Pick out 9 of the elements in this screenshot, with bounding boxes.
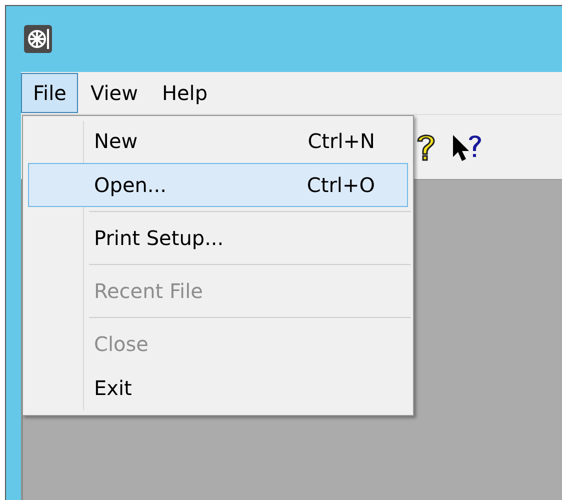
menu-bar-item[interactable]: File — [21, 73, 78, 113]
menu-bar-item[interactable]: Help — [150, 73, 220, 113]
menu-item[interactable]: Exit — [28, 366, 408, 410]
app-icon[interactable] — [23, 24, 53, 54]
menu-item[interactable]: New Ctrl+N — [28, 119, 408, 163]
menu-bar-item[interactable]: View — [78, 73, 150, 113]
menu-item[interactable]: Print Setup... — [28, 216, 408, 260]
menu-item[interactable]: Open... Ctrl+O — [28, 163, 408, 207]
help-icon[interactable] — [415, 132, 437, 162]
